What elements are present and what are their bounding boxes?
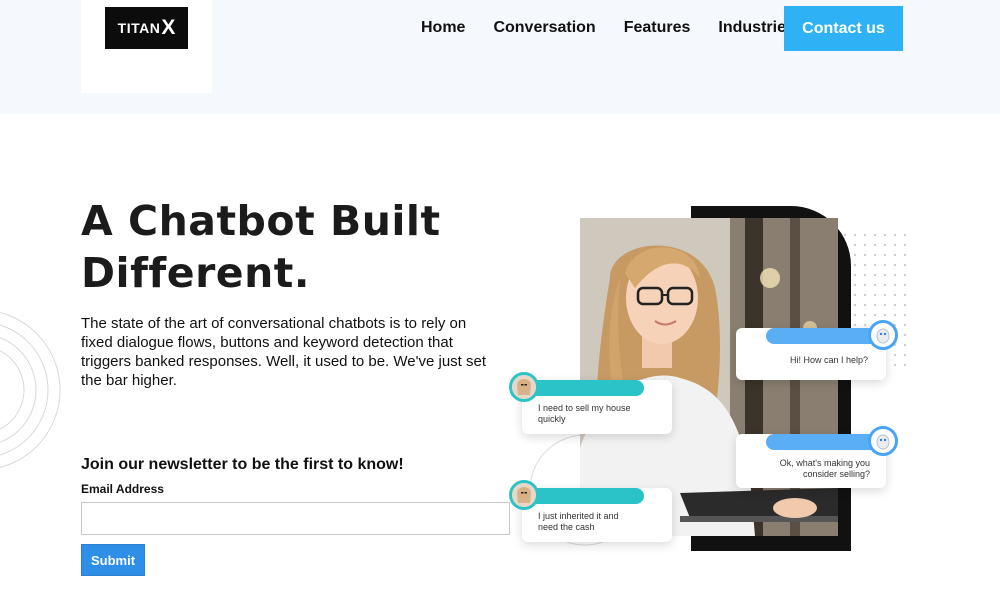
bot-message-1: Hi! How can I help? [736,328,886,380]
nav-features[interactable]: Features [624,18,691,38]
main-nav: Home Conversation Features Industries [421,18,823,38]
user-message-1-line1: I need to sell my house [538,403,631,413]
user-message-2-line1: I just inherited it and [538,511,619,521]
logo[interactable]: TITAN X [105,7,188,49]
bot-message-1-text: Hi! How can I help? [790,355,869,365]
user-message-1-text: I need to sell my house quickly [538,403,631,425]
hero-title-line1: A Chatbot Built [81,197,441,245]
logo-text: TITAN [117,20,161,36]
user-bubble-bar-2 [522,488,644,504]
nav-home[interactable]: Home [421,18,465,38]
site-header: TITAN X Home Conversation Features Indust… [0,0,1000,114]
user-message-2-line2: need the cash [538,522,595,532]
bot-message-2-line1: Ok, what's making you [779,458,870,468]
email-field[interactable] [81,502,510,535]
hero-description: The state of the art of conversational c… [81,315,487,389]
user-avatar-icon [509,372,539,402]
contact-us-button[interactable]: Contact us [784,6,903,51]
robot-avatar-icon [868,426,898,456]
bot-message-2-text: Ok, what's making you consider selling? [774,458,870,480]
decorative-arcs [0,312,61,468]
hero-title-line2: Different. [81,249,310,297]
bot-message-2: Ok, what's making you consider selling? [736,434,886,488]
newsletter-heading: Join our newsletter to be the first to k… [81,456,404,473]
hero-title: A Chatbot Built Different. [81,195,501,299]
logo-x: X [161,16,176,39]
hero-illustration: Hi! How can I help? I need to sell my ho… [500,200,910,560]
bot-message-2-line2: consider selling? [802,469,870,479]
logo-card[interactable]: TITAN X [81,0,212,93]
robot-avatar-icon [868,320,898,350]
user-message-1: I need to sell my house quickly [522,380,672,434]
user-bubble-bar [522,380,644,396]
user-avatar-icon [509,480,539,510]
user-message-1-line2: quickly [538,414,566,424]
submit-button[interactable]: Submit [81,544,145,576]
nav-conversation[interactable]: Conversation [493,18,595,38]
user-message-2-text: I just inherited it and need the cash [538,511,619,533]
user-message-2: I just inherited it and need the cash [522,488,672,542]
email-label: Email Address [81,482,164,496]
